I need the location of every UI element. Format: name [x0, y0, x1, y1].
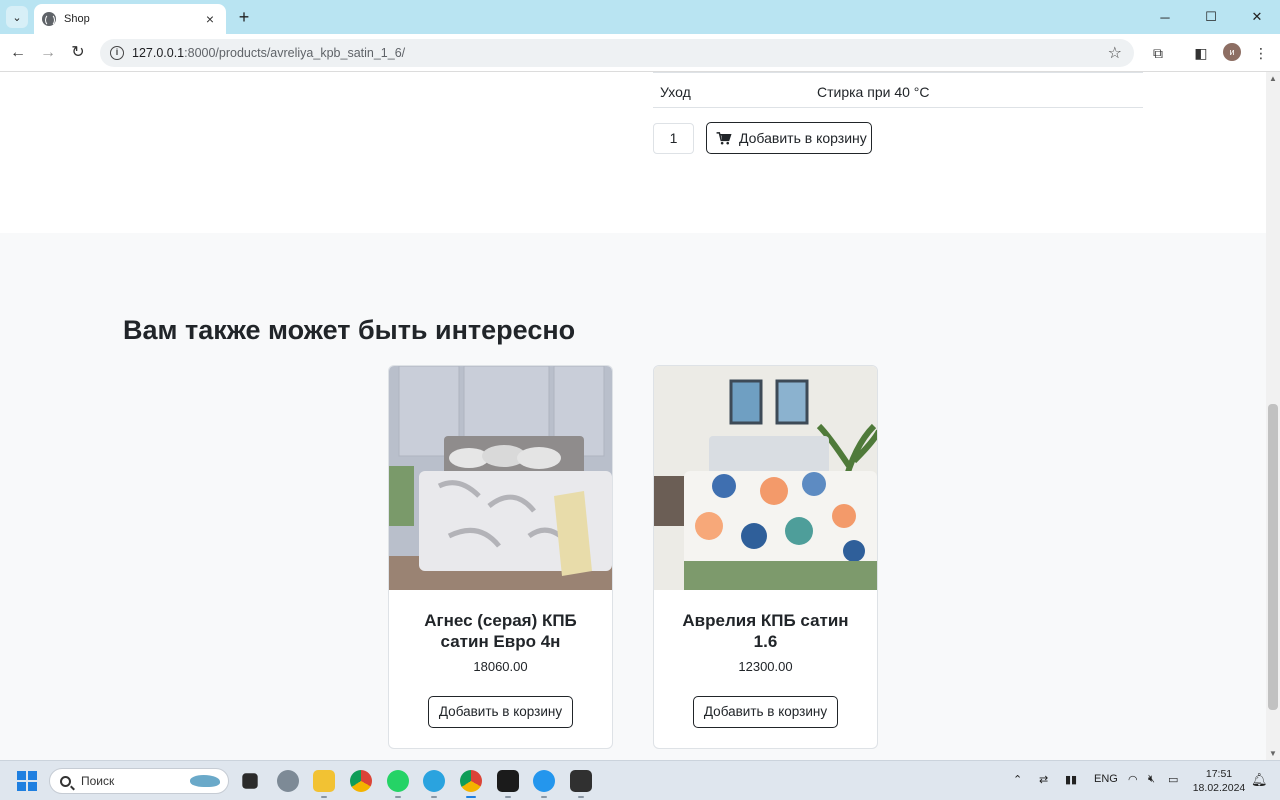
more-menu-icon[interactable]: ⋮ — [1250, 42, 1272, 64]
product-title[interactable]: Аврелия КПБ сатин 1.6 — [674, 610, 857, 652]
bookmark-star-icon[interactable]: ☆ — [1108, 43, 1122, 63]
tab-close-icon[interactable]: × — [202, 11, 218, 27]
product-price: 18060.00 — [473, 659, 528, 674]
tab-title: Shop — [64, 13, 90, 25]
chrome-profile-icon[interactable] — [460, 770, 482, 792]
page-scrollbar[interactable]: ▲ ▼ — [1266, 72, 1280, 760]
globe-icon — [42, 12, 56, 26]
extensions-icon[interactable]: ⧉ — [1147, 42, 1169, 64]
terminal-icon[interactable] — [570, 770, 592, 792]
url-text[interactable]: 127.0.0.1:8000/products/avreliya_kpb_sat… — [132, 46, 405, 60]
settings-sliders-icon[interactable]: ⇄ — [1039, 773, 1048, 786]
product-image[interactable] — [389, 366, 612, 590]
tab-search-chevron-icon[interactable]: ⌄ — [6, 6, 28, 28]
clock[interactable]: 17:51 18.02.2024 — [1190, 767, 1248, 795]
file-explorer-icon[interactable] — [313, 770, 335, 792]
cart-icon — [716, 131, 732, 144]
notification-bell-icon[interactable]: 🔔︎ — [1251, 772, 1268, 788]
new-tab-button[interactable]: + — [234, 6, 254, 28]
minimize-button[interactable]: ─ — [1142, 0, 1188, 34]
task-view-icon[interactable] — [242, 773, 258, 789]
add-to-cart-button[interactable]: Добавить в корзину — [428, 696, 573, 728]
product-price: 12300.00 — [738, 659, 793, 674]
scroll-up-arrow-icon[interactable]: ▲ — [1269, 74, 1277, 83]
active-indicator — [466, 796, 476, 798]
forward-arrow-icon[interactable]: → — [37, 42, 59, 64]
close-window-button[interactable]: ✕ — [1234, 0, 1280, 34]
clock-time: 17:51 — [1205, 768, 1233, 780]
browser-tabbar: ⌄ Shop × + ─ ☐ ✕ — [0, 0, 1280, 34]
site-info-icon[interactable]: i — [110, 46, 124, 60]
search-placeholder: Поиск — [81, 774, 115, 788]
spec-row-care: Уход Стирка при 40 °C — [653, 72, 1143, 108]
address-bar[interactable]: i 127.0.0.1:8000/products/avreliya_kpb_s… — [100, 39, 1134, 67]
clock-date: 18.02.2024 — [1192, 782, 1246, 794]
back-arrow-icon[interactable]: ← — [7, 42, 29, 64]
volume-muted-icon[interactable]: 🔇︎ — [1148, 773, 1155, 786]
quantity-input[interactable]: 1 — [653, 123, 694, 154]
scrollbar-thumb[interactable] — [1268, 404, 1278, 710]
side-panel-icon[interactable]: ◧ — [1190, 42, 1212, 64]
spec-key: Уход — [660, 84, 691, 100]
add-to-cart-button[interactable]: Добавить в корзину — [706, 122, 872, 154]
add-to-cart-label: Добавить в корзину — [739, 130, 867, 146]
related-heading: Вам также может быть интересно — [123, 315, 576, 345]
taskbar: Поиск ⌃ ⇄ ▮▮ ENG ◠ 🔇︎ ▭ 17:51 18.02.2024… — [0, 760, 1280, 800]
url-path: :8000/products/avreliya_kpb_satin_1_6/ — [184, 46, 406, 60]
running-indicator — [395, 796, 401, 798]
product-image[interactable] — [654, 366, 877, 590]
add-to-cart-button[interactable]: Добавить в корзину — [693, 696, 838, 728]
running-indicator — [505, 796, 511, 798]
taskbar-search[interactable]: Поиск — [49, 768, 229, 794]
running-indicator — [321, 796, 327, 798]
battery-icon[interactable]: ▭ — [1168, 773, 1178, 786]
related-products-section: Вам также может быть интересно Агнес (се… — [0, 233, 1266, 760]
product-card[interactable]: Аврелия КПБ сатин 1.6 12300.00 Добавить … — [653, 365, 878, 749]
meter-icon[interactable]: ▮▮ — [1065, 773, 1077, 786]
product-card[interactable]: Агнес (серая) КПБ сатин Евро 4н 18060.00… — [388, 365, 613, 749]
maximize-button[interactable]: ☐ — [1188, 0, 1234, 34]
search-icon — [60, 775, 71, 787]
reload-icon[interactable]: ↻ — [67, 42, 89, 64]
running-indicator — [431, 796, 437, 798]
profile-avatar[interactable]: и — [1223, 43, 1241, 61]
tab-shop[interactable]: Shop × — [34, 4, 226, 34]
window-controls: ─ ☐ ✕ — [1142, 0, 1280, 34]
product-title[interactable]: Агнес (серая) КПБ сатин Евро 4н — [409, 610, 592, 652]
chevron-up-icon[interactable]: ⌃ — [1013, 773, 1022, 786]
search-highlight-image — [190, 775, 220, 787]
start-windows-icon[interactable] — [17, 771, 37, 791]
running-indicator — [578, 796, 584, 798]
wifi-icon[interactable]: ◠ — [1128, 773, 1138, 786]
spec-value: Стирка при 40 °C — [817, 84, 930, 100]
widgets-icon[interactable] — [277, 770, 299, 792]
docker-icon[interactable] — [533, 770, 555, 792]
whatsapp-icon[interactable] — [387, 770, 409, 792]
browser-toolbar: ← → ↻ i 127.0.0.1:8000/products/avreliya… — [0, 34, 1280, 72]
page-viewport: Уход Стирка при 40 °C 1 Добавить в корзи… — [0, 72, 1266, 760]
url-host: 127.0.0.1 — [132, 46, 185, 60]
telegram-icon[interactable] — [423, 770, 445, 792]
language-indicator[interactable]: ENG — [1094, 773, 1118, 785]
pycharm-icon[interactable] — [497, 770, 519, 792]
scroll-down-arrow-icon[interactable]: ▼ — [1269, 749, 1277, 758]
chrome-icon[interactable] — [350, 770, 372, 792]
running-indicator — [541, 796, 547, 798]
